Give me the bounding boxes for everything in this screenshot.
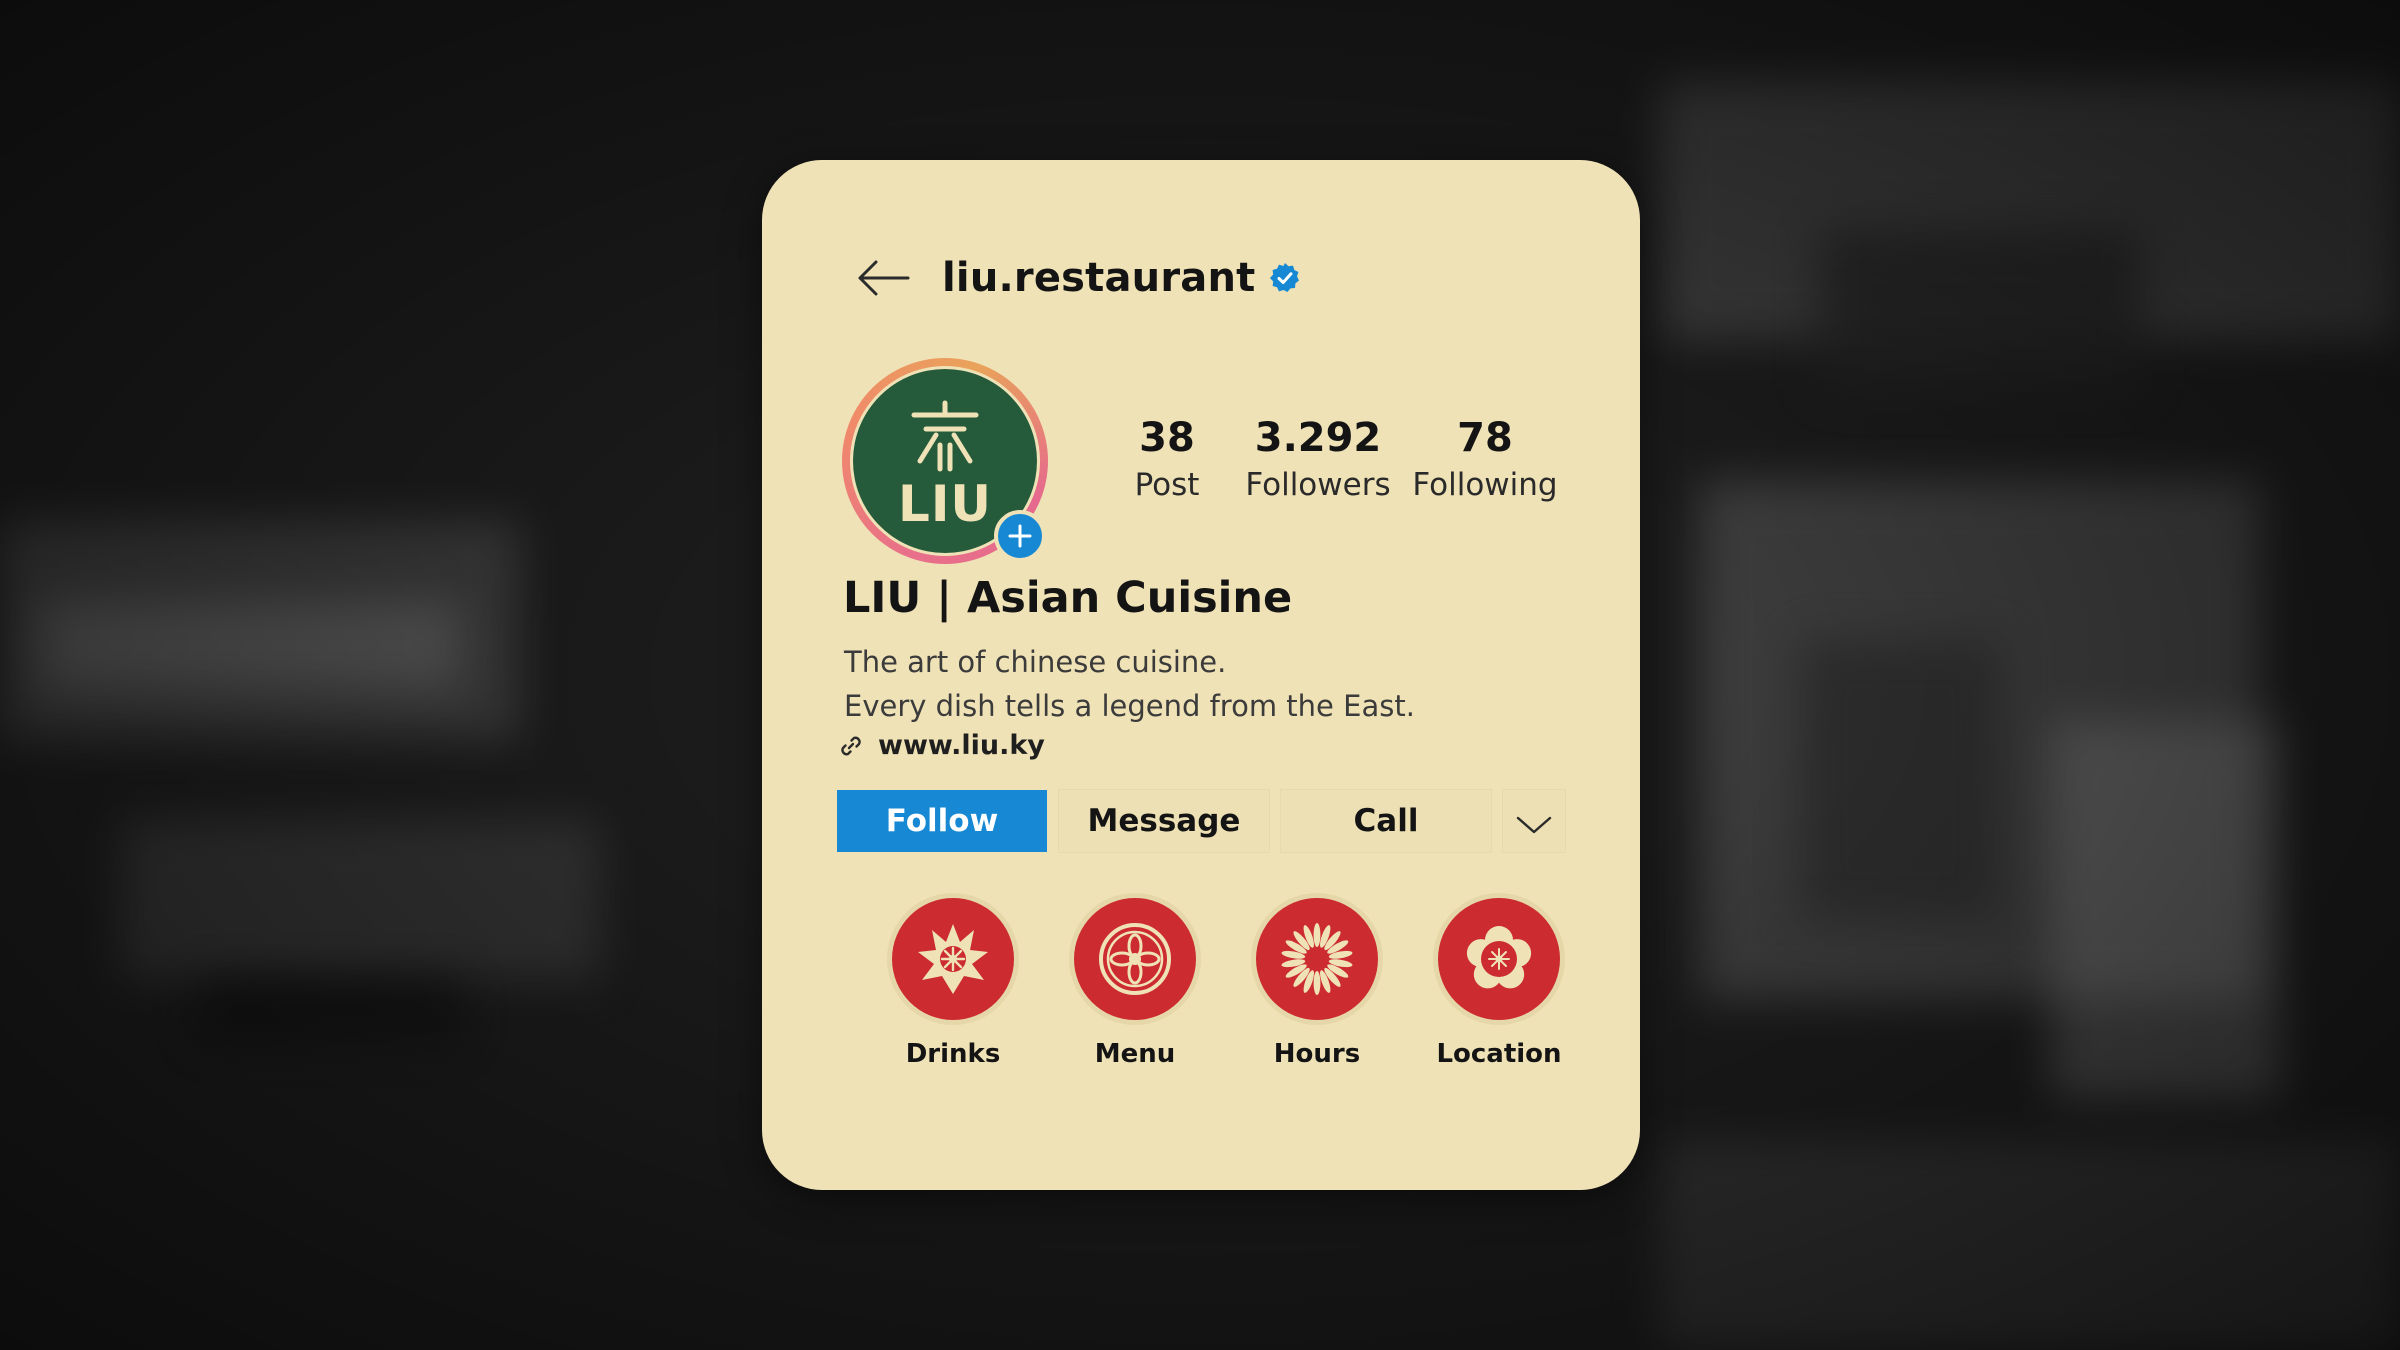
stat-followers[interactable]: 3.292 Followers xyxy=(1230,413,1406,507)
stat-following[interactable]: 78 Following xyxy=(1410,413,1560,507)
lotus-flower-icon xyxy=(918,924,988,994)
verified-badge-icon xyxy=(1270,263,1300,292)
back-arrow-icon[interactable] xyxy=(854,256,910,300)
avatar-logo-text: LIU xyxy=(897,475,993,533)
highlight-label: Drinks xyxy=(905,1039,1001,1069)
story-highlights: Drinks Menu Hours Location xyxy=(862,893,1590,1069)
highlight-location[interactable]: Location xyxy=(1408,893,1590,1069)
highlight-hours[interactable]: Hours xyxy=(1226,893,1408,1069)
following-label: Following xyxy=(1412,467,1558,503)
profile-actions: Follow Message Call xyxy=(837,790,1565,852)
website-link[interactable]: www.liu.ky xyxy=(838,730,1045,761)
following-count: 78 xyxy=(1457,415,1513,461)
plum-blossom-icon xyxy=(1466,926,1532,989)
website-url: www.liu.ky xyxy=(878,730,1045,761)
highlight-label: Location xyxy=(1436,1039,1562,1069)
more-options-button[interactable] xyxy=(1503,790,1565,852)
posts-count: 38 xyxy=(1139,415,1195,461)
bio-line: The art of chinese cuisine. xyxy=(844,645,1227,679)
followers-count: 3.292 xyxy=(1254,415,1382,461)
username: liu.restaurant xyxy=(942,255,1256,301)
profile-stats: 38 Post 3.292 Followers 78 Following xyxy=(1112,413,1560,507)
message-button[interactable]: Message xyxy=(1059,790,1269,852)
posts-label: Post xyxy=(1134,467,1200,503)
chevron-down-icon xyxy=(1516,816,1552,834)
plus-icon xyxy=(1008,524,1032,548)
call-button[interactable]: Call xyxy=(1281,790,1491,852)
profile-card: liu.restaurant LIU 38 Post 3.292 Followe… xyxy=(762,160,1640,1190)
bio-line: Every dish tells a legend from the East. xyxy=(844,689,1415,723)
followers-label: Followers xyxy=(1245,467,1391,503)
add-story-button[interactable] xyxy=(994,510,1046,562)
display-name: LIU | Asian Cuisine xyxy=(843,573,1293,623)
bio: The art of chinese cuisine. Every dish t… xyxy=(844,640,1415,728)
liu-logo-icon xyxy=(911,400,979,472)
highlight-label: Menu xyxy=(1094,1039,1176,1069)
highlight-drinks[interactable]: Drinks xyxy=(862,893,1044,1069)
chrysanthemum-icon xyxy=(1281,923,1353,995)
link-icon xyxy=(841,736,861,755)
profile-header: liu.restaurant xyxy=(854,255,1301,301)
highlight-label: Hours xyxy=(1273,1039,1361,1069)
highlight-menu[interactable]: Menu xyxy=(1044,893,1226,1069)
follow-button[interactable]: Follow xyxy=(837,790,1047,852)
mandala-flower-icon xyxy=(1099,923,1171,995)
stat-posts[interactable]: 38 Post xyxy=(1112,413,1222,507)
